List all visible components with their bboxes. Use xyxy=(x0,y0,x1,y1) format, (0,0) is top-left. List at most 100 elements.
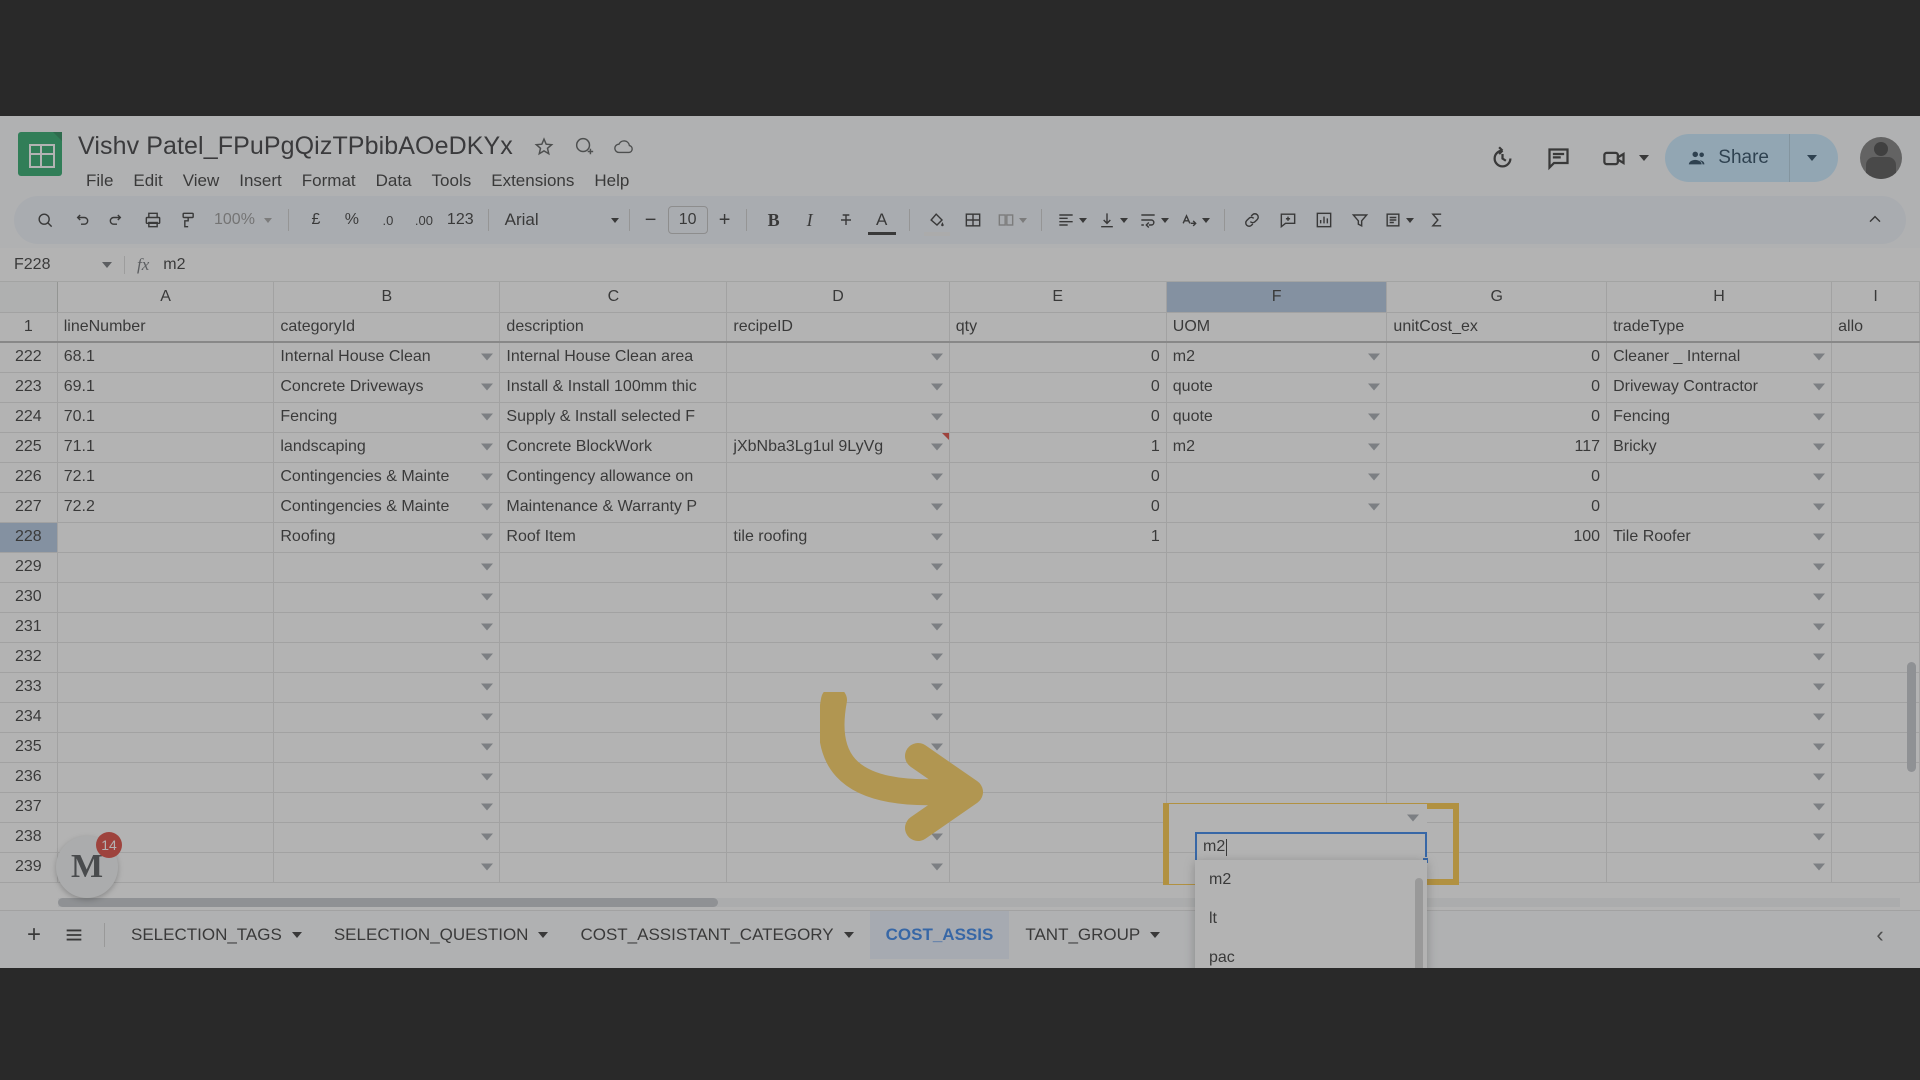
header-cell[interactable]: recipeID xyxy=(726,312,950,343)
table-cell[interactable] xyxy=(726,462,950,493)
table-cell[interactable] xyxy=(949,702,1167,733)
cell-editor-input[interactable]: m2 xyxy=(1195,832,1429,864)
table-cell[interactable]: Concrete BlockWork xyxy=(499,432,728,463)
row-header[interactable]: 1 xyxy=(0,312,58,343)
menu-insert[interactable]: Insert xyxy=(229,168,292,194)
move-to-folder-icon[interactable] xyxy=(571,133,597,159)
table-cell[interactable] xyxy=(949,552,1167,583)
table-cell[interactable] xyxy=(273,822,501,853)
increase-font-size-button[interactable]: + xyxy=(714,209,736,232)
sheet-tab-caret-icon[interactable] xyxy=(538,931,549,938)
dropdown-option[interactable]: m2 xyxy=(1195,860,1427,899)
cell-dropdown-caret-icon[interactable] xyxy=(481,413,494,421)
table-cell[interactable] xyxy=(949,732,1167,763)
dropdown-scrollbar[interactable] xyxy=(1415,878,1423,968)
row-header[interactable]: 222 xyxy=(0,342,58,373)
column-header-h[interactable]: H xyxy=(1606,282,1833,313)
cell-dropdown-caret-icon[interactable] xyxy=(481,563,494,571)
side-panel-toggle[interactable]: ‹ xyxy=(1862,917,1898,953)
table-cell[interactable]: m2 xyxy=(1166,432,1388,463)
table-cell[interactable] xyxy=(726,822,950,853)
cell-dropdown-caret-icon[interactable] xyxy=(1813,413,1826,421)
table-cell[interactable] xyxy=(726,612,950,643)
table-cell[interactable] xyxy=(1386,702,1608,733)
text-color-button[interactable]: A xyxy=(865,203,899,237)
table-cell[interactable] xyxy=(1606,852,1833,883)
table-cell[interactable] xyxy=(1831,792,1920,823)
table-cell[interactable] xyxy=(1386,612,1608,643)
row-header[interactable]: 228 xyxy=(0,522,58,553)
cell-dropdown-caret-icon[interactable] xyxy=(930,353,943,361)
cell-dropdown-caret-icon[interactable] xyxy=(1813,383,1826,391)
menu-tools[interactable]: Tools xyxy=(422,168,482,194)
share-dropdown-caret-icon[interactable] xyxy=(1790,134,1834,182)
cell-dropdown-caret-icon[interactable] xyxy=(1813,563,1826,571)
header-cell[interactable]: qty xyxy=(949,312,1167,343)
cell-dropdown-caret-icon[interactable] xyxy=(1813,443,1826,451)
table-cell[interactable]: 0 xyxy=(949,402,1167,433)
table-cell[interactable] xyxy=(1166,642,1388,673)
table-cell[interactable] xyxy=(273,612,501,643)
table-cell[interactable] xyxy=(499,762,728,793)
table-cell[interactable] xyxy=(57,732,275,763)
table-cell[interactable] xyxy=(273,702,501,733)
cell-dropdown-caret-icon[interactable] xyxy=(1813,713,1826,721)
table-cell[interactable]: Roofing xyxy=(273,522,501,553)
table-cell[interactable] xyxy=(1166,702,1388,733)
table-cell[interactable] xyxy=(1606,492,1833,523)
row-header[interactable]: 224 xyxy=(0,402,58,433)
autocomplete-dropdown[interactable]: m2ltpacboxhr1 linear metreany other unit… xyxy=(1195,860,1427,968)
cell-dropdown-caret-icon[interactable] xyxy=(1368,443,1381,451)
table-cell[interactable] xyxy=(499,582,728,613)
table-cell[interactable] xyxy=(57,702,275,733)
table-cell[interactable] xyxy=(726,792,950,823)
sheet-tab-caret-icon[interactable] xyxy=(843,931,854,938)
table-cell[interactable] xyxy=(499,672,728,703)
row-header[interactable]: 225 xyxy=(0,432,58,463)
row-header[interactable]: 238 xyxy=(0,822,58,853)
table-cell[interactable]: 0 xyxy=(949,342,1167,373)
table-cell[interactable] xyxy=(1386,672,1608,703)
cell-dropdown-caret-icon[interactable] xyxy=(1813,623,1826,631)
table-cell[interactable] xyxy=(726,402,950,433)
strikethrough-button[interactable] xyxy=(829,203,863,237)
table-cell[interactable]: 0 xyxy=(1386,402,1608,433)
column-header-g[interactable]: G xyxy=(1386,282,1608,313)
table-cell[interactable] xyxy=(1831,372,1920,403)
create-filter-icon[interactable] xyxy=(1343,203,1377,237)
table-cell[interactable] xyxy=(1166,492,1388,523)
cell-dropdown-caret-icon[interactable] xyxy=(930,383,943,391)
sheet-tab-caret-icon[interactable] xyxy=(1150,931,1161,938)
table-cell[interactable] xyxy=(1831,462,1920,493)
table-cell[interactable]: quote xyxy=(1166,402,1388,433)
search-icon[interactable] xyxy=(28,203,62,237)
header-cell[interactable]: description xyxy=(499,312,728,343)
table-cell[interactable] xyxy=(499,612,728,643)
version-history-icon[interactable] xyxy=(1479,135,1525,181)
increase-decimal-button[interactable]: .00 xyxy=(407,203,441,237)
cell-dropdown-caret-icon[interactable] xyxy=(1813,593,1826,601)
name-box-caret-icon[interactable] xyxy=(102,261,112,268)
table-cell[interactable] xyxy=(57,672,275,703)
menu-extensions[interactable]: Extensions xyxy=(481,168,584,194)
column-header-b[interactable]: B xyxy=(273,282,501,313)
table-cell[interactable] xyxy=(1831,492,1920,523)
cloud-saved-icon[interactable] xyxy=(611,133,637,159)
header-cell[interactable]: allo xyxy=(1831,312,1920,343)
table-cell[interactable]: Cleaner _ Internal xyxy=(1606,342,1833,373)
menu-format[interactable]: Format xyxy=(292,168,366,194)
table-cell[interactable] xyxy=(949,792,1167,823)
table-cell[interactable] xyxy=(499,822,728,853)
table-cell[interactable]: 70.1 xyxy=(57,402,275,433)
font-size-control[interactable]: − 10 + xyxy=(640,206,736,234)
table-cell[interactable] xyxy=(273,732,501,763)
cell-dropdown-caret-icon[interactable] xyxy=(1368,413,1381,421)
table-cell[interactable]: 1 xyxy=(949,432,1167,463)
table-cell[interactable] xyxy=(1831,852,1920,883)
row-header[interactable]: 227 xyxy=(0,492,58,523)
table-cell[interactable] xyxy=(726,642,950,673)
row-header[interactable]: 234 xyxy=(0,702,58,733)
table-cell[interactable] xyxy=(1606,702,1833,733)
cell-dropdown-caret-icon[interactable] xyxy=(930,653,943,661)
table-cell[interactable]: Fencing xyxy=(1606,402,1833,433)
